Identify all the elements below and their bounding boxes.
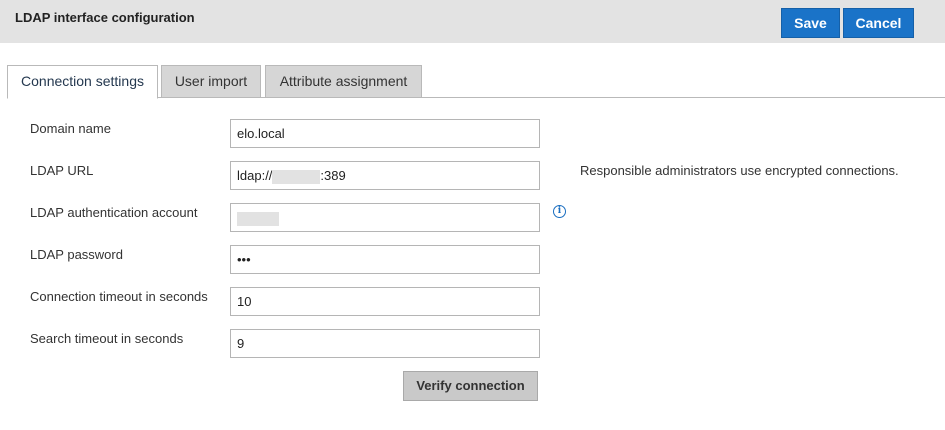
- info-icon[interactable]: i: [553, 205, 566, 218]
- ldap-url-suffix: :389: [320, 168, 346, 183]
- ldap-url-prefix: ldap://: [237, 168, 273, 183]
- save-button[interactable]: Save: [781, 8, 840, 38]
- domain-name-label: Domain name: [30, 121, 111, 136]
- password-field[interactable]: •••: [230, 245, 540, 274]
- domain-name-field[interactable]: elo.local: [230, 119, 540, 148]
- verify-connection-button[interactable]: Verify connection: [403, 371, 538, 401]
- connection-timeout-label: Connection timeout in seconds: [30, 289, 208, 304]
- search-timeout-label: Search timeout in seconds: [30, 331, 184, 346]
- ldap-url-field[interactable]: ldap:// :389: [230, 161, 540, 190]
- tab-attribute-assignment[interactable]: Attribute assignment: [265, 65, 422, 98]
- search-timeout-field[interactable]: 9: [230, 329, 540, 358]
- redacted-host: [272, 169, 321, 184]
- redacted-account: [237, 211, 279, 226]
- tab-user-import[interactable]: User import: [161, 65, 261, 98]
- page-title: LDAP interface configuration: [15, 10, 195, 25]
- ldap-url-label: LDAP URL: [30, 163, 94, 178]
- connection-timeout-field[interactable]: 10: [230, 287, 540, 316]
- tab-connection-settings[interactable]: Connection settings: [7, 65, 158, 99]
- cancel-button[interactable]: Cancel: [843, 8, 914, 38]
- auth-account-field[interactable]: [230, 203, 540, 232]
- auth-account-label: LDAP authentication account: [30, 205, 198, 220]
- header-bar: LDAP interface configuration Save Cancel: [0, 0, 945, 43]
- encryption-note: Responsible administrators use encrypted…: [580, 163, 899, 178]
- password-label: LDAP password: [30, 247, 123, 262]
